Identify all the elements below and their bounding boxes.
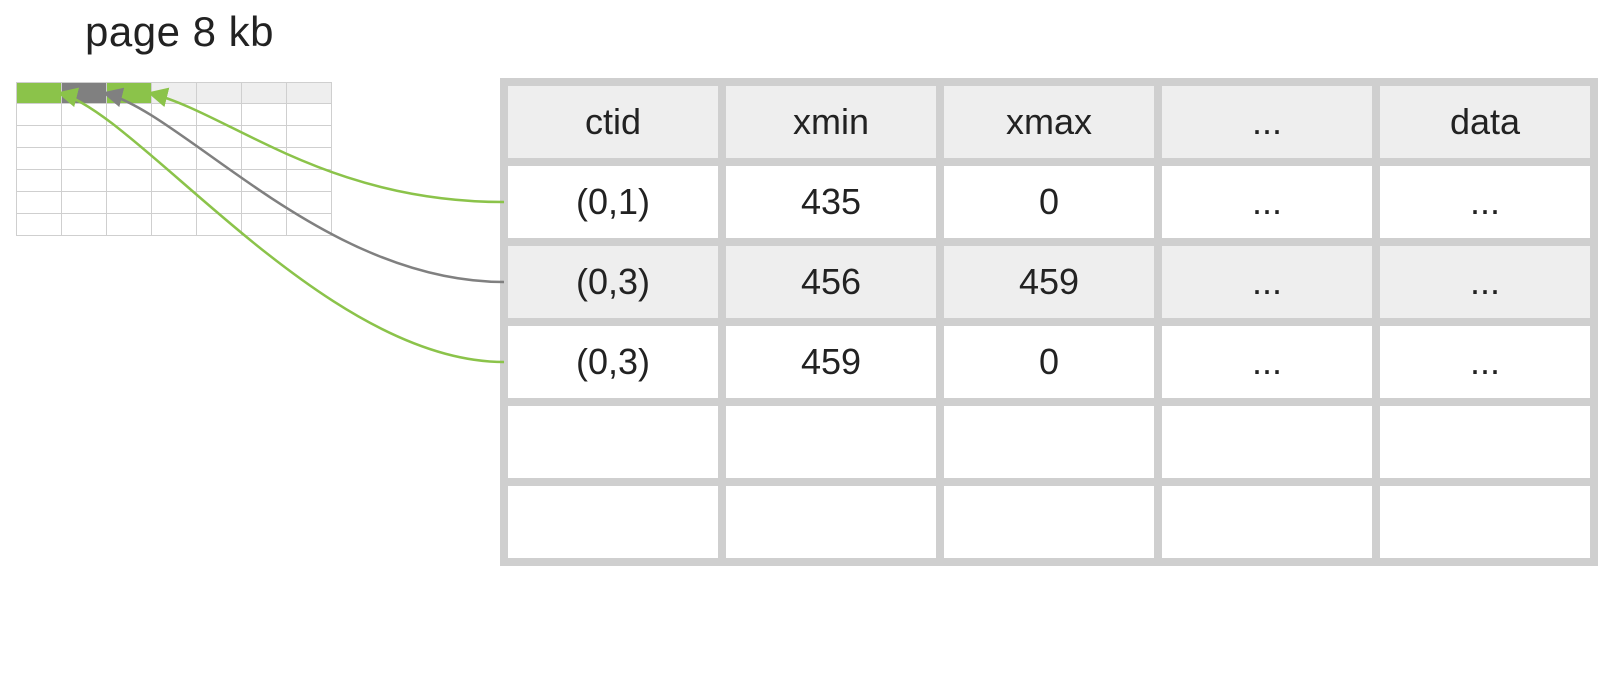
col-header-3: ...	[1162, 86, 1372, 158]
page-slot-5	[242, 82, 287, 104]
cell-c4: ...	[1162, 166, 1372, 238]
cell-ctid: (0,1)	[508, 166, 718, 238]
cell-data: ...	[1380, 326, 1590, 398]
page-slot-6	[287, 82, 332, 104]
page-slot-1	[62, 82, 107, 104]
cell-data: ...	[1380, 166, 1590, 238]
tuple-row-0: (0,1)4350......	[508, 166, 1590, 238]
cell-c4: ...	[1162, 246, 1372, 318]
cell-xmin: 435	[726, 166, 936, 238]
page-size-label: page 8 kb	[85, 8, 274, 56]
cell-c4: ...	[1162, 326, 1372, 398]
empty-row	[508, 486, 1590, 558]
cell-xmax: 0	[944, 166, 1154, 238]
cell-data: ...	[1380, 246, 1590, 318]
page-slot-3	[152, 82, 197, 104]
col-header-2: xmax	[944, 86, 1154, 158]
cell-xmin: 456	[726, 246, 936, 318]
cell-ctid: (0,3)	[508, 326, 718, 398]
empty-row	[508, 406, 1590, 478]
cell-xmax: 0	[944, 326, 1154, 398]
page-slot-4	[197, 82, 242, 104]
page-slot-2	[107, 82, 152, 104]
col-header-1: xmin	[726, 86, 936, 158]
tuple-row-2: (0,3)4590......	[508, 326, 1590, 398]
cell-xmin: 459	[726, 326, 936, 398]
cell-xmax: 459	[944, 246, 1154, 318]
tuple-row-1: (0,3)456459......	[508, 246, 1590, 318]
page-grid	[16, 82, 332, 236]
col-header-0: ctid	[508, 86, 718, 158]
cell-ctid: (0,3)	[508, 246, 718, 318]
col-header-4: data	[1380, 86, 1590, 158]
page-slot-0	[16, 82, 62, 104]
tuple-table: ctidxminxmax...data(0,1)4350......(0,3)4…	[500, 78, 1598, 566]
